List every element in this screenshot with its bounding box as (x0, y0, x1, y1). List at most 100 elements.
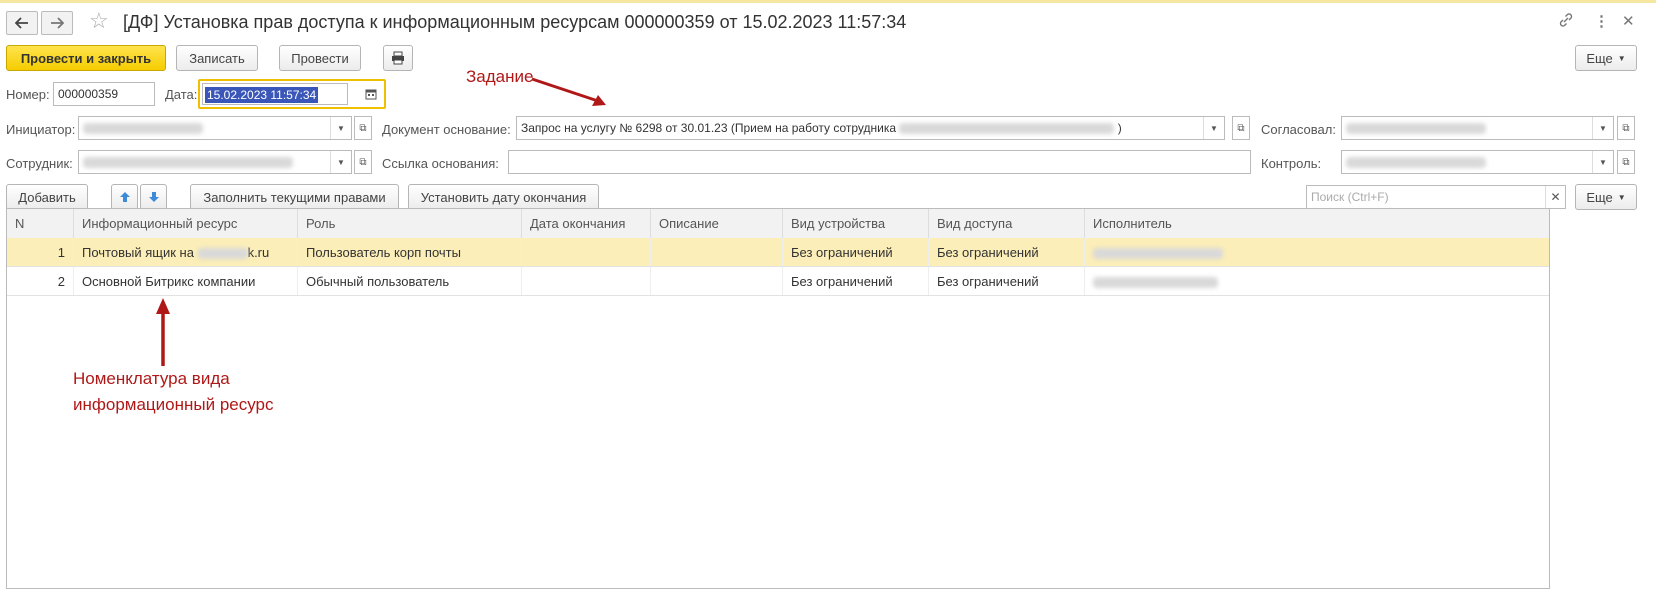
arrow-up-icon (119, 192, 130, 202)
arrow-right-icon (51, 17, 64, 29)
approved-label: Согласовал: (1261, 122, 1336, 137)
open-approved-button[interactable]: ⧉ (1617, 116, 1635, 140)
table-more-button[interactable]: Еще ▼ (1575, 184, 1637, 210)
search-placeholder: Поиск (Ctrl+F) (1311, 190, 1389, 204)
resource-prefix: Почтовый ящик на (82, 245, 194, 260)
post-and-close-button[interactable]: Провести и закрыть (6, 45, 166, 71)
col-header-n[interactable]: N (7, 209, 74, 238)
clear-search-icon[interactable]: ✕ (1545, 186, 1565, 208)
link-icon[interactable] (1558, 12, 1574, 32)
control-label: Контроль: (1261, 156, 1322, 171)
row-role: Пользователь корп почты (298, 238, 522, 266)
more-vertical-icon[interactable]: ⋮ (1594, 12, 1609, 30)
table-row[interactable]: 1 Почтовый ящик на k.ru Пользователь кор… (7, 238, 1549, 267)
date-label: Дата: (165, 87, 198, 102)
annotation-task: Задание (466, 67, 534, 86)
favorite-star-icon[interactable]: ☆ (89, 8, 109, 34)
number-label: Номер: (6, 87, 50, 102)
open-base-doc-button[interactable]: ⧉ (1232, 116, 1250, 140)
open-initiator-button[interactable]: ⧉ (354, 116, 372, 140)
date-input[interactable]: 15.02.2023 11:57:34 (202, 83, 348, 105)
print-button[interactable] (383, 45, 413, 71)
table-row[interactable]: 2 Основной Битрикс компании Обычный поль… (7, 267, 1549, 296)
printer-icon (392, 51, 404, 65)
base-link-label: Ссылка основания: (382, 156, 499, 171)
window-title: [ДФ] Установка прав доступа к информацио… (123, 12, 907, 32)
employee-label: Сотрудник: (6, 156, 73, 171)
base-doc-label: Документ основание: (382, 122, 511, 137)
move-down-button[interactable] (140, 184, 167, 210)
search-input[interactable]: Поиск (Ctrl+F) (1306, 185, 1566, 209)
forward-button[interactable] (41, 11, 73, 35)
table-header: N Информационный ресурс Роль Дата оконча… (7, 209, 1549, 239)
close-icon[interactable]: ✕ (1622, 12, 1635, 30)
row-description (651, 267, 783, 295)
row-description (651, 238, 783, 266)
redacted-value (1346, 123, 1486, 135)
col-header-access[interactable]: Вид доступа (929, 209, 1085, 238)
row-access: Без ограничений (929, 267, 1085, 295)
back-button[interactable] (6, 11, 38, 35)
arrow-down-icon (148, 192, 159, 202)
top-border (0, 0, 1656, 3)
more-label: Еще (1586, 189, 1613, 205)
col-header-role[interactable]: Роль (298, 209, 522, 238)
calendar-icon (365, 89, 377, 100)
col-header-executor[interactable]: Исполнитель (1085, 209, 1549, 238)
employee-field[interactable]: ▼ (78, 150, 352, 174)
dropdown-arrow-icon[interactable]: ▼ (1203, 117, 1224, 139)
dropdown-arrow-icon[interactable]: ▼ (330, 151, 351, 173)
move-up-button[interactable] (111, 184, 138, 210)
row-executor (1085, 238, 1549, 266)
row-device: Без ограничений (783, 267, 929, 295)
set-end-date-button[interactable]: Установить дату окончания (408, 184, 599, 210)
calendar-button[interactable] (360, 83, 382, 105)
annotation-arrow-icon (531, 77, 606, 106)
col-header-end-date[interactable]: Дата окончания (522, 209, 651, 238)
row-role: Обычный пользователь (298, 267, 522, 295)
open-employee-button[interactable]: ⧉ (354, 150, 372, 174)
redacted-value (197, 248, 248, 260)
fill-current-rights-button[interactable]: Заполнить текущими правами (190, 184, 399, 210)
chevron-down-icon: ▼ (1617, 53, 1626, 63)
open-icon: ⧉ (359, 122, 367, 134)
redacted-value (1093, 277, 1218, 289)
col-header-device[interactable]: Вид устройства (783, 209, 929, 238)
more-button[interactable]: Еще ▼ (1575, 45, 1637, 71)
base-doc-close: ) (1117, 121, 1122, 135)
row-resource: Почтовый ящик на k.ru (74, 238, 298, 266)
row-number: 2 (7, 267, 74, 295)
row-device: Без ограничений (783, 238, 929, 266)
initiator-field[interactable]: ▼ (78, 116, 352, 140)
redacted-value (1093, 248, 1223, 260)
dropdown-arrow-icon[interactable]: ▼ (1592, 151, 1613, 173)
approved-field[interactable]: ▼ (1341, 116, 1614, 140)
col-header-description[interactable]: Описание (651, 209, 783, 238)
dropdown-arrow-icon[interactable]: ▼ (330, 117, 351, 139)
open-icon: ⧉ (1237, 122, 1245, 134)
col-header-resource[interactable]: Информационный ресурс (74, 209, 298, 238)
row-resource: Основной Битрикс компании (74, 267, 298, 295)
row-number: 1 (7, 238, 74, 266)
base-link-field[interactable] (508, 150, 1251, 174)
post-button[interactable]: Провести (279, 45, 361, 71)
initiator-label: Инициатор: (6, 122, 76, 137)
row-end-date (522, 267, 651, 295)
open-control-button[interactable]: ⧉ (1617, 150, 1635, 174)
chevron-down-icon: ▼ (1617, 192, 1626, 202)
number-field[interactable]: 000000359 (53, 82, 155, 106)
row-executor (1085, 267, 1549, 295)
base-doc-field[interactable]: Запрос на услугу № 6298 от 30.01.23 (При… (516, 116, 1225, 140)
annotation-nomenclature-line1: Номенклатура вида (73, 369, 230, 388)
control-field[interactable]: ▼ (1341, 150, 1614, 174)
save-button[interactable]: Записать (176, 45, 258, 71)
resource-suffix: k.ru (247, 245, 270, 260)
dropdown-arrow-icon[interactable]: ▼ (1592, 117, 1613, 139)
open-icon: ⧉ (1622, 156, 1630, 168)
more-label: Еще (1586, 50, 1613, 66)
add-row-button[interactable]: Добавить (6, 184, 88, 210)
open-icon: ⧉ (1622, 122, 1630, 134)
redacted-value (1346, 157, 1486, 169)
base-doc-value: Запрос на услугу № 6298 от 30.01.23 (При… (521, 121, 897, 135)
redacted-value (83, 157, 293, 169)
